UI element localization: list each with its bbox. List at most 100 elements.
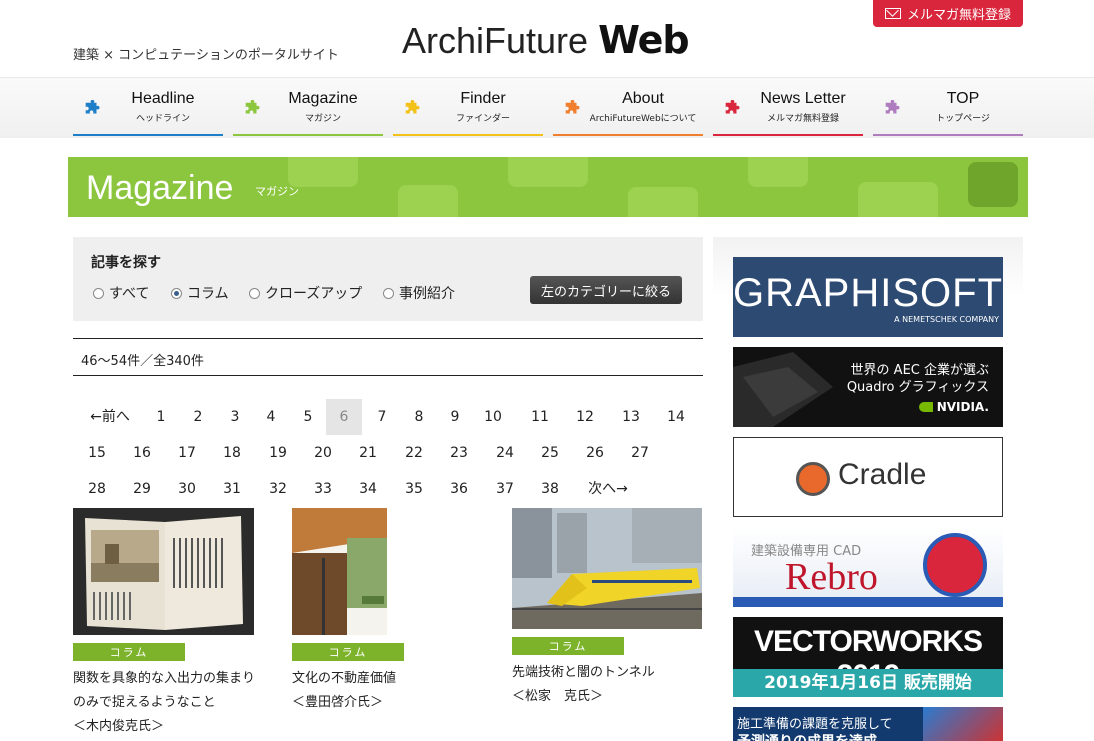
radio-icon [383,287,394,299]
nav-item-newsletter[interactable]: News Letter メルマガ無料登録 [713,78,863,136]
current-page[interactable]: 6 [326,399,362,435]
radio-all[interactable]: すべて [93,283,149,303]
page-link[interactable]: 26 [585,435,605,471]
article-author: ＜松家 克氏＞ [512,689,604,704]
page-link[interactable]: 9 [446,399,464,435]
page-link[interactable]: 10 [483,399,503,435]
page-link[interactable]: 28 [87,471,107,507]
page-link[interactable]: 1 [152,399,170,435]
page-link[interactable]: 20 [313,435,333,471]
page-link[interactable]: 22 [404,435,424,471]
radio-icon [93,287,104,299]
category-tag[interactable]: コラム [73,643,185,661]
newsletter-signup-label: メルマガ無料登録 [906,8,1011,23]
page-link[interactable]: 23 [449,435,469,471]
nav-item-finder[interactable]: Finder ファインダー [393,78,543,136]
ad-banner-construction[interactable]: 施工準備の課題を克服して 予測通りの成果を達成 [733,707,1003,741]
page-link[interactable]: 37 [495,471,515,507]
nav-underline [553,134,703,136]
article-title[interactable]: 先端技術と闇のトンネル ＜松家 克氏＞ [512,661,655,709]
ad-image [923,707,1003,741]
page-link[interactable]: 31 [222,471,242,507]
next-page-link[interactable]: 次へ→ [585,471,631,507]
ad-banner-cradle[interactable]: Cradle [733,437,1003,517]
page-link[interactable]: 30 [177,471,197,507]
page-link[interactable]: 4 [262,399,280,435]
category-tag[interactable]: コラム [512,637,624,655]
article-author: ＜木内俊克氏＞ [73,719,165,734]
page-link[interactable]: 7 [373,399,391,435]
page-link[interactable]: 27 [630,435,650,471]
page-link[interactable]: 25 [540,435,560,471]
nav-label-jp: ヘッドライン [135,114,190,124]
ad-headline: 施工準備の課題を克服して [737,717,893,732]
article-title-line: のみで捉えるようなこと [73,695,216,710]
nav-label-en: Magazine [288,90,358,107]
page-link[interactable]: 33 [313,471,333,507]
house-photo-image [292,508,387,635]
page-link[interactable]: 11 [530,399,550,435]
radio-case-study[interactable]: 事例紹介 [383,283,455,303]
page-link[interactable]: 12 [575,399,595,435]
site-tagline: 建築 × コンピュテーションのポータルサイト [73,48,339,63]
search-title: 記事を探す [91,255,161,271]
nav-label-jp: ファインダー [455,114,510,124]
radio-column[interactable]: コラム [171,283,229,303]
page-link[interactable]: 15 [87,435,107,471]
ad-brand: GRAPHISOFT [733,271,1003,315]
radio-icon [249,287,260,299]
ad-banner-rebro[interactable]: 建築設備専用 CAD Rebro [733,527,1003,607]
article-title[interactable]: 文化の不動産価値 ＜豊田啓介氏＞ [292,667,396,715]
site-logo[interactable]: ArchiFuture Web [402,18,690,68]
nvidia-eye-icon [918,402,933,412]
radio-closeup[interactable]: クローズアップ [249,283,362,303]
category-tag[interactable]: コラム [292,643,404,661]
radio-label: すべて [109,286,150,302]
page-link[interactable]: 17 [177,435,197,471]
nav-label-jp: メルマガ無料登録 [766,114,839,124]
page-link[interactable]: 34 [358,471,378,507]
gpu-card-image [733,352,833,427]
logo-main-text: ArchiFuture [402,20,589,61]
page-link[interactable]: 5 [299,399,317,435]
page-link[interactable]: 32 [268,471,288,507]
nav-label-en: Finder [460,90,506,107]
ad-banner-graphisoft[interactable]: GRAPHISOFT A NEMETSCHEK COMPANY [733,257,1003,337]
ad-banner-nvidia[interactable]: 世界の AEC 企業が選ぶ Quadro グラフィックス NVIDIA. [733,347,1003,427]
page-link[interactable]: 38 [540,471,560,507]
page-subtitle: マガジン [255,185,299,198]
prev-page-link[interactable]: ←前へ [87,399,133,435]
article-title-line: 文化の不動産価値 [292,671,397,686]
page-link[interactable]: 2 [189,399,207,435]
nav-item-top[interactable]: TOP トップページ [873,78,1023,136]
nav-underline [73,134,223,136]
article-thumbnail[interactable] [292,508,387,635]
article-thumbnail[interactable] [512,508,702,629]
nav-item-magazine[interactable]: Magazine マガジン [233,78,383,136]
page-link[interactable]: 36 [449,471,469,507]
nav-underline [233,134,383,136]
rebro-logo-icon [923,533,987,597]
page-link[interactable]: 29 [132,471,152,507]
page-link[interactable]: 13 [621,399,641,435]
page-link[interactable]: 18 [222,435,242,471]
page-link[interactable]: 3 [226,399,244,435]
ad-banner-vectorworks[interactable]: VECTORWORKS 2019 2019年1月16日 販売開始 [733,617,1003,697]
article-thumbnail[interactable] [73,508,254,635]
page-link[interactable]: 14 [666,399,686,435]
page-link[interactable]: 24 [495,435,515,471]
nav-item-about[interactable]: About ArchiFutureWebについて [553,78,703,136]
nav-item-headline[interactable]: Headline ヘッドライン [73,78,223,136]
nvidia-logo: NVIDIA. [918,400,989,414]
page-link[interactable]: 19 [268,435,288,471]
page-link[interactable]: 8 [410,399,428,435]
radio-checked-icon [171,287,182,299]
nav-label-en: Headline [131,90,195,107]
page-link[interactable]: 16 [132,435,152,471]
article-title[interactable]: 関数を具象的な入出力の集まり のみで捉えるようなこと ＜木内俊克氏＞ [73,667,255,739]
newsletter-signup-button[interactable]: メルマガ無料登録 [873,0,1023,27]
article-title-line: 先端技術と闇のトンネル [512,665,655,680]
page-link[interactable]: 35 [404,471,424,507]
page-link[interactable]: 21 [358,435,378,471]
filter-category-button[interactable]: 左のカテゴリーに絞る [530,276,682,304]
